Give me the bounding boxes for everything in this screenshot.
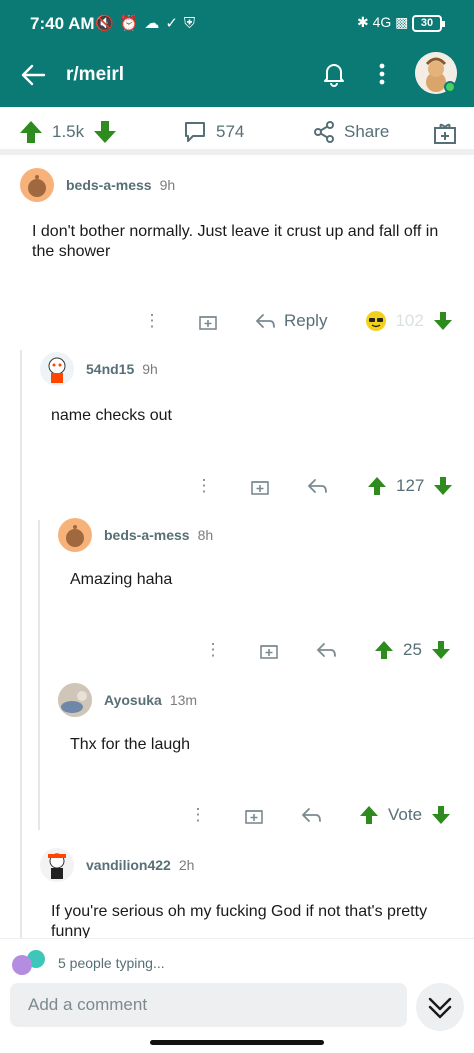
gift-icon[interactable] bbox=[250, 476, 270, 496]
status-bar: 7:40 AM 🔇⏰☁✓⛨ ✱ 4G ▩ 30 bbox=[0, 0, 474, 48]
comment-username[interactable]: beds-a-mess bbox=[104, 527, 190, 543]
comment: beds-a-mess 8h Amazing haha ⋮ 25 bbox=[0, 518, 474, 668]
comment-actions: ⋮ Reply 102 bbox=[140, 308, 454, 334]
back-arrow-icon[interactable] bbox=[18, 60, 48, 90]
comment-username[interactable]: 54nd15 bbox=[86, 361, 134, 377]
comment-time: 8h bbox=[197, 527, 214, 543]
comment-header: beds-a-mess 8h bbox=[58, 518, 213, 552]
comment: beds-a-mess 9h I don't bother normally. … bbox=[0, 168, 474, 338]
comment-actions: ⋮ 25 bbox=[201, 637, 452, 663]
downvote-icon[interactable] bbox=[430, 639, 452, 661]
downvote-icon[interactable] bbox=[430, 804, 452, 826]
comment: 54nd15 9h name checks out ⋮ 127 bbox=[0, 352, 474, 502]
upvote-icon[interactable] bbox=[358, 804, 380, 826]
more-icon[interactable] bbox=[370, 60, 394, 88]
bell-icon[interactable] bbox=[320, 60, 348, 88]
comment-body: name checks out bbox=[51, 407, 172, 424]
share-label: Share bbox=[344, 122, 390, 141]
avatar[interactable] bbox=[20, 168, 54, 202]
upvote-icon[interactable] bbox=[366, 475, 388, 497]
comment-icon bbox=[185, 122, 205, 142]
more-icon[interactable]: ⋮ bbox=[192, 476, 216, 496]
post-action-bar: 1.5k 574 Share bbox=[0, 107, 474, 155]
comment-vote-count: 25 bbox=[403, 640, 422, 659]
downvote-icon[interactable] bbox=[92, 119, 118, 145]
comment-vote-count: 102 bbox=[395, 311, 424, 330]
comment-vote-count: 127 bbox=[396, 476, 425, 495]
gift-icon[interactable] bbox=[259, 640, 279, 660]
system-nav-handle[interactable] bbox=[150, 1040, 324, 1045]
comment-actions: ⋮ Vote bbox=[186, 802, 452, 828]
more-icon[interactable]: ⋮ bbox=[201, 640, 225, 660]
comments-count-button[interactable]: 574 bbox=[182, 119, 244, 145]
navigation-header: r/meirl bbox=[0, 48, 474, 107]
comment-body: I don't bother normally. Just leave it c… bbox=[32, 223, 439, 260]
comment-header: vandilion422 2h bbox=[40, 848, 194, 882]
comment-header: Ayosuka 13m bbox=[58, 683, 197, 717]
status-time: 7:40 AM bbox=[30, 14, 95, 33]
typing-indicator: 5 people typing... bbox=[0, 938, 474, 984]
battery-indicator: 30 bbox=[412, 15, 445, 32]
comment: Ayosuka 13m Thx for the laugh ⋮ Vote bbox=[0, 683, 474, 833]
add-comment-input[interactable] bbox=[10, 983, 407, 1027]
reply-icon[interactable] bbox=[300, 805, 322, 825]
comment-time: 9h bbox=[159, 177, 176, 193]
award-sunglasses-icon bbox=[366, 311, 387, 331]
comment-username[interactable]: vandilion422 bbox=[86, 857, 171, 873]
app-header: 7:40 AM 🔇⏰☁✓⛨ ✱ 4G ▩ 30 r/meirl bbox=[0, 0, 474, 107]
reply-icon[interactable] bbox=[315, 640, 337, 660]
gift-icon[interactable] bbox=[432, 119, 458, 145]
comment-body: Thx for the laugh bbox=[70, 736, 191, 753]
subreddit-title[interactable]: r/meirl bbox=[66, 64, 124, 86]
downvote-icon[interactable] bbox=[432, 310, 454, 332]
typing-avatars-icon bbox=[12, 950, 45, 975]
comment-username[interactable]: Ayosuka bbox=[104, 692, 162, 708]
status-notification-icons: 🔇⏰☁✓⛨ bbox=[95, 15, 202, 32]
reply-icon[interactable] bbox=[254, 311, 276, 331]
comment-body: If you're serious oh my fucking God if n… bbox=[51, 903, 428, 938]
reply-button[interactable]: Reply bbox=[284, 311, 327, 331]
upvote-icon[interactable] bbox=[373, 639, 395, 661]
comment-time: 13m bbox=[169, 692, 198, 708]
avatar[interactable] bbox=[58, 683, 92, 717]
avatar[interactable] bbox=[40, 352, 74, 386]
downvote-icon[interactable] bbox=[432, 475, 454, 497]
comment-username[interactable]: beds-a-mess bbox=[66, 177, 152, 193]
typing-text: 5 people typing... bbox=[58, 955, 165, 971]
comment-header: 54nd15 9h bbox=[40, 352, 158, 386]
more-icon[interactable]: ⋮ bbox=[186, 805, 210, 825]
comment-actions: ⋮ 127 bbox=[192, 473, 454, 499]
post-vote-count: 1.5k bbox=[52, 122, 85, 141]
more-icon[interactable]: ⋮ bbox=[140, 311, 164, 331]
post-vote-group: 1.5k bbox=[18, 119, 118, 145]
share-button[interactable]: Share bbox=[312, 119, 389, 145]
reply-icon[interactable] bbox=[306, 476, 328, 496]
comment-header: beds-a-mess 9h bbox=[20, 168, 175, 202]
comment-body: Amazing haha bbox=[70, 571, 173, 588]
comment-vote-label: Vote bbox=[388, 805, 423, 824]
gift-icon[interactable] bbox=[244, 805, 264, 825]
comment-time: 9h bbox=[142, 361, 158, 377]
upvote-icon[interactable] bbox=[18, 119, 44, 145]
gift-icon[interactable] bbox=[198, 311, 218, 331]
double-chevron-down-icon bbox=[428, 997, 452, 1019]
comment-time: 2h bbox=[178, 857, 195, 873]
comments-count: 574 bbox=[216, 122, 245, 141]
avatar[interactable] bbox=[58, 518, 92, 552]
status-signal-icons: ✱ 4G ▩ bbox=[357, 14, 409, 30]
comment: vandilion422 2h If you're serious oh my … bbox=[0, 848, 474, 938]
share-icon bbox=[314, 121, 334, 143]
avatar[interactable] bbox=[40, 848, 74, 882]
online-status-dot bbox=[444, 81, 456, 93]
collapse-threads-button[interactable] bbox=[416, 983, 464, 1031]
